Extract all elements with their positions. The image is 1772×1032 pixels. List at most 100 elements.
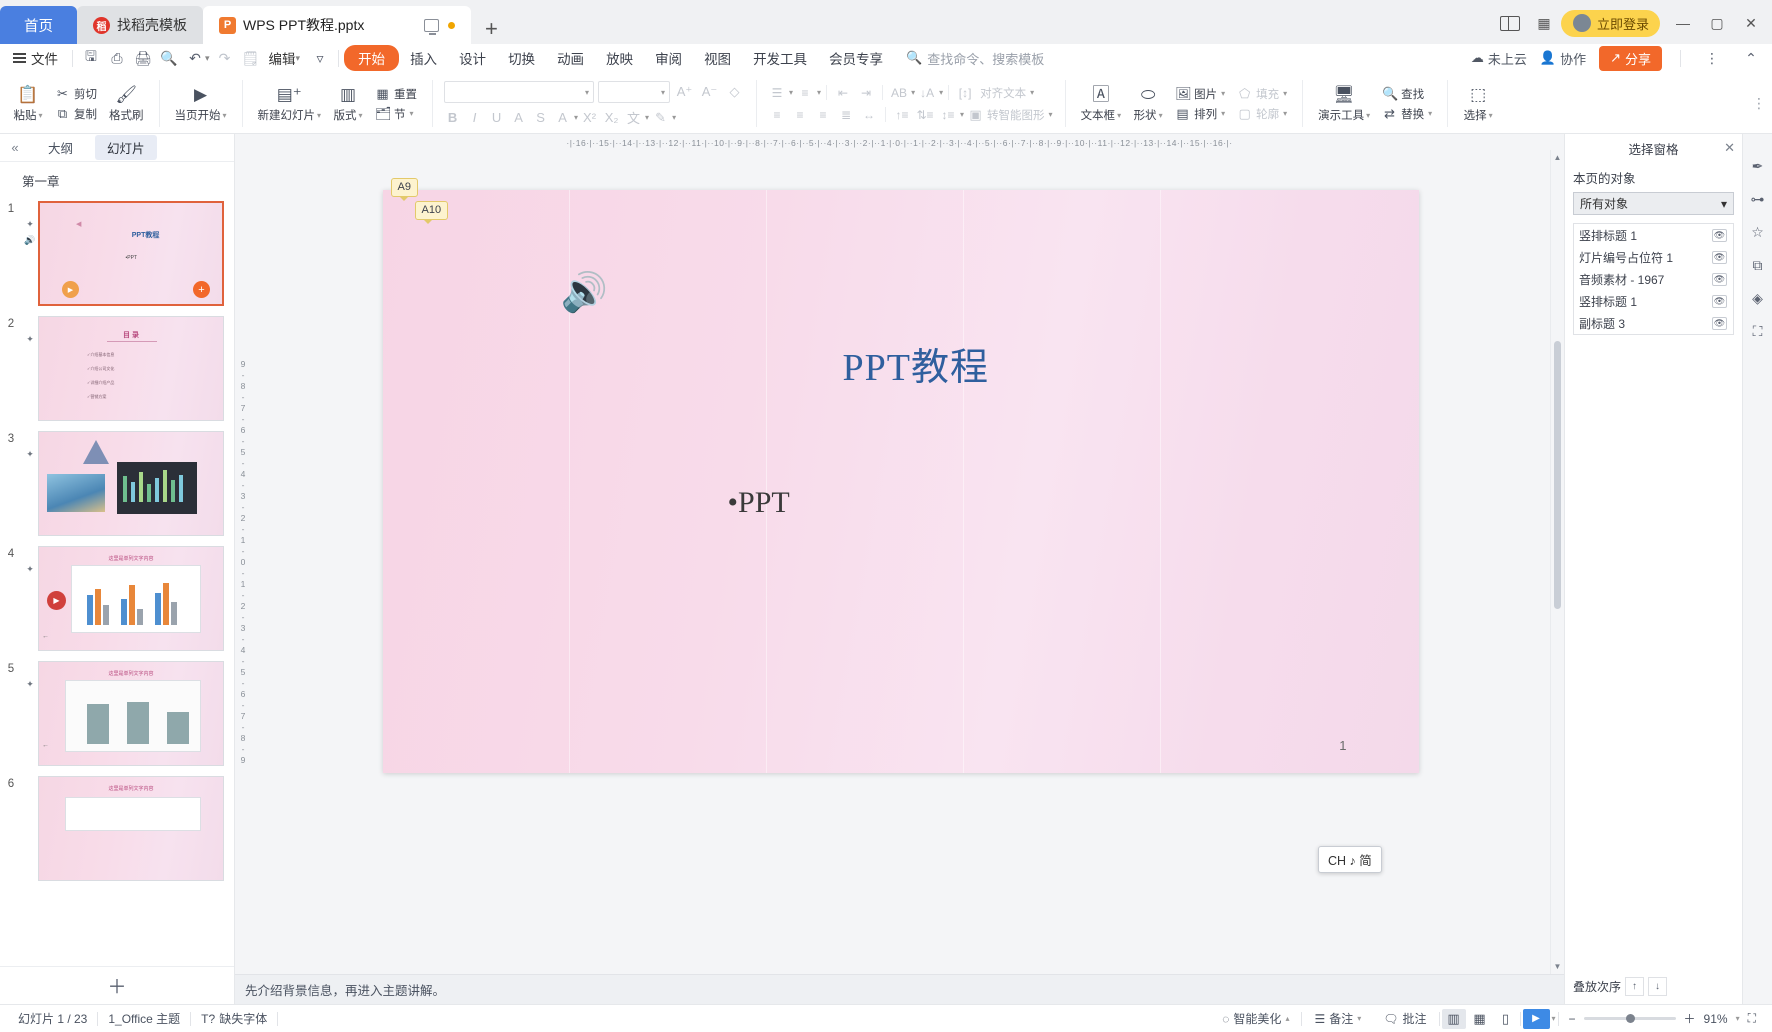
slide-canvas[interactable]: A9 A10 🔊 PPT教程 •PPT 1 [382, 178, 1419, 773]
ribbon-overflow-icon[interactable]: ⋮ [1752, 74, 1772, 133]
new-slide-button[interactable]: ▤⁺ 新建幻灯片 ▾ [252, 74, 328, 133]
thumbnail-item[interactable]: 5 ✦ 这里是单列文字内容 ← [0, 656, 234, 771]
pinyin-icon[interactable]: 文 [623, 107, 644, 128]
print-icon[interactable]: 🖨 [130, 46, 156, 70]
slide-thumbnail-1[interactable]: ◀ PPT教程 •PPT ▶ + [38, 201, 224, 306]
play-button[interactable]: ▶ [1522, 1008, 1550, 1029]
notes-button[interactable]: ☰ 备注 ▾ [1304, 1010, 1371, 1027]
subscript-icon[interactable]: X₂ [601, 107, 622, 128]
eye-icon[interactable]: 👁 [1712, 250, 1727, 264]
font-name-select[interactable]: ▾ [444, 81, 595, 103]
edit-mode-button[interactable]: 编辑 ▾ [264, 48, 308, 68]
ribbon-tab-animation[interactable]: 动画 [546, 45, 595, 71]
reading-view-icon[interactable]: ▯ [1494, 1009, 1518, 1029]
zoom-slider[interactable] [1583, 1013, 1676, 1023]
justify-icon[interactable]: ≣ [835, 105, 857, 125]
underline-icon[interactable]: U [486, 107, 507, 128]
slide-thumbnail-3[interactable] [38, 431, 224, 536]
sort-icon[interactable]: ↓A [916, 83, 938, 103]
comment-button[interactable]: 🗨 批注 [1373, 1010, 1436, 1027]
numbered-list-icon[interactable]: ≡ [794, 83, 816, 103]
save-icon[interactable]: 🖫 [78, 46, 104, 70]
to-smartart-button[interactable]: ▣ 转智能图形 ▾ [965, 106, 1056, 124]
fill-button[interactable]: ⬠ 填充 ▾ [1234, 85, 1290, 103]
collapse-left-icon[interactable]: « [4, 137, 26, 159]
picture-button[interactable]: 🖼 图片 ▾ [1172, 85, 1228, 103]
list-item[interactable]: 竖排标题 1 👁 [1574, 290, 1733, 312]
speaker-icon[interactable]: 🔊 [561, 274, 608, 312]
font-size-select[interactable]: ▾ [598, 81, 671, 103]
zoom-controls[interactable]: − ＋ 91% ▾ ⛶ [1561, 1010, 1764, 1027]
thumbnail-item[interactable]: 6 这里是单列文字内容 [0, 771, 234, 886]
replace-button[interactable]: ⇄ 替换 ▾ [1379, 105, 1435, 123]
find-button[interactable]: 🔍 查找 [1379, 85, 1435, 103]
vertical-ruler[interactable]: 9 -8 -7 -6 -5 -4 -3 -2 -1 -0 -1 -2 -3 -4… [235, 150, 251, 974]
thumbnail-item[interactable]: 4 ✦ 这里是单列文字内容 ▶ ← [0, 541, 234, 656]
bullet-list-icon[interactable]: ☰ [766, 83, 788, 103]
slide-sorter-icon[interactable]: ▦ [1468, 1009, 1492, 1029]
format-icon[interactable]: 🗒 [238, 46, 264, 70]
thumbnail-list[interactable]: 1 ✦ 🔊 ◀ PPT教程 •PPT ▶ + 2 ✦ 目 录 ✓介绍基本信息 ✓… [0, 196, 234, 966]
duplicate-icon[interactable]: ⧉ [1748, 255, 1768, 275]
ribbon-tab-review[interactable]: 审阅 [644, 45, 693, 71]
tab-outline[interactable]: 大纲 [36, 135, 85, 160]
arrange-button[interactable]: ▤ 排列 ▾ [1172, 105, 1228, 123]
minimize-button[interactable]: — [1666, 8, 1700, 38]
split-view-icon[interactable] [1493, 8, 1527, 38]
collaborate-button[interactable]: 👤 协作 [1540, 49, 1586, 68]
ribbon-tab-slideshow[interactable]: 放映 [595, 45, 644, 71]
eye-icon[interactable]: 👁 [1712, 294, 1727, 308]
slide-thumbnail-2[interactable]: 目 录 ✓介绍基本信息 ✓介绍公司文化 ✓详细介绍产品 ✓营销方案 [38, 316, 224, 421]
distribute-icon[interactable]: ↔ [858, 105, 880, 125]
increase-indent-icon[interactable]: ⇥ [855, 83, 877, 103]
save-as-cloud-icon[interactable]: ⎙ [104, 46, 130, 70]
undo-dropdown-icon[interactable]: ▾ [205, 53, 210, 64]
close-button[interactable]: ✕ [1734, 8, 1768, 38]
align-text-button[interactable]: 对齐文本 ▾ [977, 84, 1037, 102]
customize-toolbar-icon[interactable]: ▿ [307, 46, 333, 70]
grid-view-icon[interactable]: ▦ [1527, 8, 1561, 38]
slide-thumbnail-6[interactable]: 这里是单列文字内容 [38, 776, 224, 881]
align-right-icon[interactable]: ≡ [812, 105, 834, 125]
scrollbar-thumb[interactable] [1554, 340, 1561, 610]
node-icon[interactable]: ⊶ [1748, 189, 1768, 209]
font-color-icon[interactable]: A [552, 107, 573, 128]
send-backward-button[interactable]: ↓ [1648, 977, 1668, 996]
increase-font-size-icon[interactable]: A⁺ [674, 82, 695, 103]
cut-button[interactable]: ✂ 剪切 [52, 85, 100, 103]
play-preview-button[interactable]: ▶ [62, 281, 79, 298]
ribbon-tab-view[interactable]: 视图 [693, 45, 742, 71]
collapse-ribbon-icon[interactable]: ⌃ [1738, 46, 1764, 70]
chevron-down-icon[interactable]: ▾ [1736, 1014, 1740, 1023]
section-button[interactable]: 🗂 节 ▾ [372, 105, 420, 123]
play-dropdown-icon[interactable]: ▾ [1552, 1014, 1556, 1023]
shape-button[interactable]: ⬭ 形状 ▾ [1127, 74, 1169, 133]
reset-button[interactable]: ▦ 重置 [372, 85, 420, 103]
scroll-up-icon[interactable]: ▲ [1554, 150, 1562, 165]
login-button[interactable]: 立即登录 [1560, 9, 1660, 37]
animation-tag-a9[interactable]: A9 [390, 178, 418, 201]
search-input[interactable]: 🔍 查找命令、搜索模板 [906, 49, 1044, 68]
highlight-icon[interactable]: ✎ [650, 107, 671, 128]
tab-slides[interactable]: 幻灯片 [95, 135, 157, 160]
list-item[interactable]: 灯片编号占位符 1 👁 [1574, 246, 1733, 268]
ime-indicator[interactable]: CH ♪ 简 [1318, 846, 1382, 873]
ribbon-tab-developer[interactable]: 开发工具 [742, 45, 818, 71]
slide-thumbnail-4[interactable]: 这里是单列文字内容 ▶ ← [38, 546, 224, 651]
fit-slide-icon[interactable]: ⛶ [1748, 1011, 1756, 1026]
slide-thumbnail-5[interactable]: 这里是单列文字内容 ← [38, 661, 224, 766]
object-filter-select[interactable]: 所有对象 ▾ [1573, 192, 1734, 215]
share-button[interactable]: ↗ 分享 [1599, 45, 1662, 71]
theme-name[interactable]: 1_Office 主题 [98, 1010, 190, 1027]
align-left-icon[interactable]: ≡ [766, 105, 788, 125]
ribbon-tab-transition[interactable]: 切换 [497, 45, 546, 71]
slide-counter[interactable]: 幻灯片 1 / 23 [8, 1010, 97, 1027]
section-title[interactable]: 第一章 [0, 162, 234, 196]
align-center-icon[interactable]: ≡ [789, 105, 811, 125]
decrease-indent-icon[interactable]: ⇤ [832, 83, 854, 103]
eye-icon[interactable]: 👁 [1712, 228, 1727, 242]
zoom-slider-knob[interactable] [1625, 1013, 1635, 1023]
select-button[interactable]: ⬚ 选择 ▾ [1457, 74, 1499, 133]
list-item[interactable]: 音频素材 - 1967 👁 [1574, 268, 1733, 290]
ribbon-tab-design[interactable]: 设计 [448, 45, 497, 71]
